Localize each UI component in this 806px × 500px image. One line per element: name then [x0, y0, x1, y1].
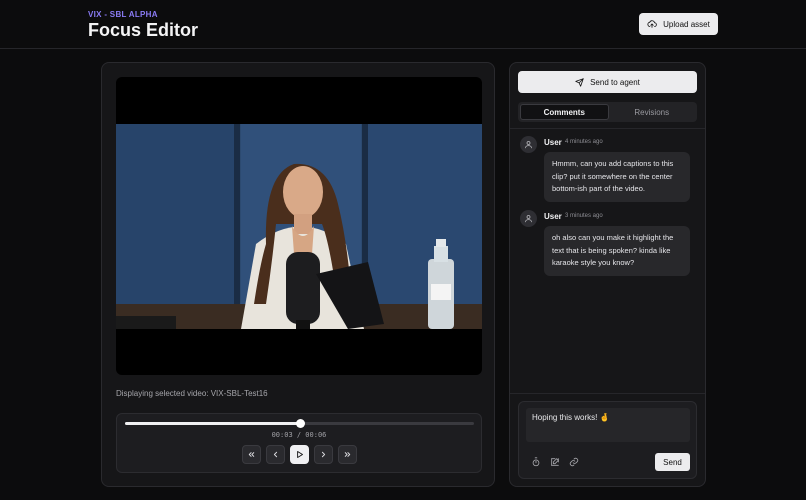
chevron-left-icon: [273, 451, 277, 458]
link-icon[interactable]: [569, 457, 579, 467]
page-title: Focus Editor: [88, 20, 199, 40]
seek-bar-handle[interactable]: [295, 419, 305, 428]
upload-asset-label: Upload asset: [663, 19, 710, 29]
send-icon: [575, 77, 584, 87]
avatar: [520, 136, 537, 153]
app-subtitle: VIX - SBL ALPHA: [88, 10, 158, 19]
edit-icon[interactable]: [550, 457, 560, 467]
comment-composer: Hoping this works! 🤞 Send: [518, 401, 697, 479]
tab-comments[interactable]: Comments: [520, 104, 609, 120]
selected-video-caption: Displaying selected video: VIX-SBL-Test1…: [116, 389, 268, 398]
comments-panel: Send to agent Comments Revisions User 4 …: [509, 62, 706, 487]
step-forward-button[interactable]: [313, 445, 333, 464]
upload-asset-button[interactable]: Upload asset: [639, 13, 718, 35]
comment-text: Hmmm, can you add captions to this clip?…: [544, 152, 690, 202]
comment-input[interactable]: Hoping this works! 🤞: [526, 408, 690, 442]
chevron-right-icon: [321, 451, 325, 458]
skip-to-start-button[interactable]: [241, 445, 261, 464]
comment-text: oh also can you make it highlight the te…: [544, 226, 690, 276]
divider: [510, 393, 705, 394]
cloud-upload-icon: [647, 20, 657, 28]
chevrons-right-icon: [344, 452, 350, 457]
video-frame-image: [116, 124, 482, 329]
user-icon: [525, 141, 532, 149]
divider: [510, 128, 705, 129]
send-to-agent-button[interactable]: Send to agent: [518, 71, 697, 93]
play-icon: [296, 451, 303, 458]
app-header: VIX - SBL ALPHA Focus Editor Upload asse…: [0, 0, 806, 49]
video-panel: Displaying selected video: VIX-SBL-Test1…: [101, 62, 495, 487]
avatar: [520, 210, 537, 227]
comment-author: User: [544, 138, 562, 147]
panel-tabs: Comments Revisions: [518, 102, 697, 122]
play-button[interactable]: [289, 445, 309, 464]
comment-timestamp: 3 minutes ago: [565, 213, 603, 219]
send-to-agent-label: Send to agent: [590, 77, 640, 87]
step-back-button[interactable]: [265, 445, 285, 464]
seek-bar-fill: [125, 422, 300, 425]
tab-revisions[interactable]: Revisions: [609, 104, 696, 120]
transport-buttons: [117, 445, 481, 464]
chevrons-left-icon: [248, 452, 254, 457]
comment-author: User: [544, 212, 562, 221]
skip-to-end-button[interactable]: [337, 445, 357, 464]
playback-controls: 00:03 / 00:06: [116, 413, 482, 473]
video-player-frame[interactable]: [116, 77, 482, 375]
seek-bar[interactable]: [125, 419, 474, 428]
comment-timestamp: 4 minutes ago: [565, 139, 603, 145]
send-comment-button[interactable]: Send: [655, 453, 690, 471]
user-icon: [525, 215, 532, 223]
playback-time: 00:03 / 00:06: [271, 431, 327, 439]
timer-icon[interactable]: [531, 457, 541, 467]
